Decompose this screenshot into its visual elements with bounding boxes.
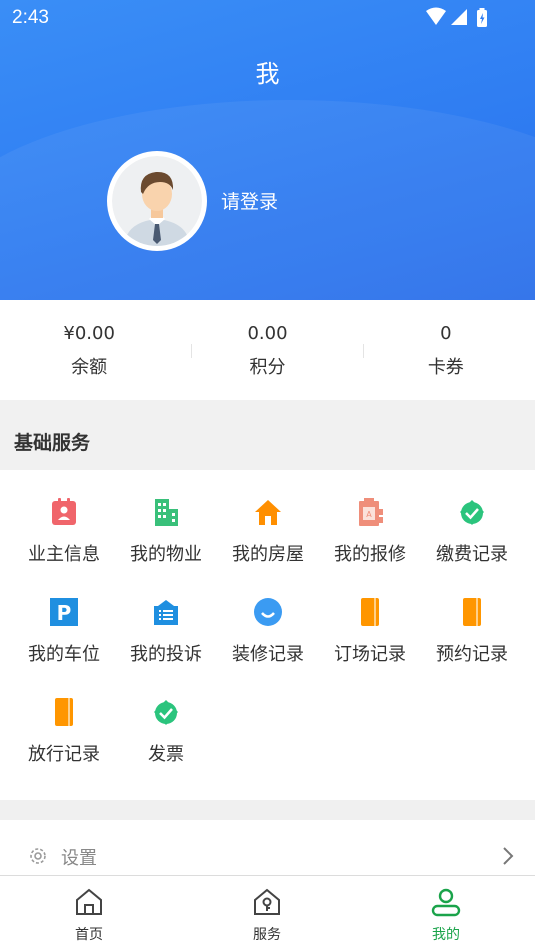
stat-points[interactable]: 0.00 积分 <box>178 300 356 400</box>
invoice-icon <box>152 697 180 727</box>
service-venue-records[interactable]: 订场记录 <box>319 570 421 670</box>
profile-header: 2:43 我 请登录 <box>0 0 535 300</box>
tab-label: 服务 <box>253 927 281 943</box>
stat-coupons-value: 0 <box>440 323 452 344</box>
section-title: 基础服务 <box>14 432 91 454</box>
tab-label: 我的 <box>432 927 460 943</box>
service-my-house[interactable]: 我的房屋 <box>217 470 319 570</box>
payment-icon <box>458 497 486 527</box>
tab-label: 首页 <box>75 927 103 943</box>
service-label: 业主信息 <box>28 544 100 565</box>
battery-icon <box>477 8 487 27</box>
service-owner-info[interactable]: 业主信息 <box>13 470 115 570</box>
service-my-parking[interactable]: P 我的车位 <box>13 570 115 670</box>
stat-points-value: 0.00 <box>247 323 288 344</box>
service-label: 我的车位 <box>28 644 100 665</box>
stat-balance-label: 余额 <box>71 357 108 378</box>
stats-bar: ¥0.00 余额 0.00 积分 0 卡券 <box>0 300 535 400</box>
owner-info-icon <box>50 497 78 527</box>
service-decoration-records[interactable]: 装修记录 <box>217 570 319 670</box>
service-label: 预约记录 <box>436 644 508 665</box>
service-label: 缴费记录 <box>436 544 508 565</box>
svg-text:A: A <box>366 510 372 519</box>
chat-bubble-icon <box>254 597 282 627</box>
home-icon <box>73 886 105 918</box>
service-icon <box>251 886 283 918</box>
tab-mine[interactable]: 我的 <box>386 876 506 951</box>
profile-icon <box>430 886 462 918</box>
settings-row[interactable]: 设置 <box>0 820 535 876</box>
avatar[interactable] <box>107 151 207 251</box>
signal-icon <box>451 9 467 25</box>
service-label: 装修记录 <box>232 644 304 665</box>
service-appointment-records[interactable]: 预约记录 <box>421 570 523 670</box>
stat-balance-value: ¥0.00 <box>63 323 115 344</box>
parking-icon: P <box>50 597 78 627</box>
notebook-icon <box>356 597 384 627</box>
service-label: 我的报修 <box>334 544 406 565</box>
service-label: 我的投诉 <box>130 644 202 665</box>
user-avatar-icon <box>112 156 202 246</box>
service-label: 我的物业 <box>130 544 202 565</box>
complaint-icon <box>152 597 180 627</box>
notebook-icon <box>50 697 78 727</box>
settings-label: 设置 <box>61 848 97 869</box>
wifi-icon <box>426 7 446 25</box>
status-time: 2:43 <box>12 7 49 28</box>
service-my-complaint[interactable]: 我的投诉 <box>115 570 217 670</box>
repair-icon: A <box>356 497 384 527</box>
stat-coupons[interactable]: 0 卡券 <box>357 300 535 400</box>
svg-text:P: P <box>57 601 72 625</box>
service-label: 放行记录 <box>28 744 100 765</box>
basic-services-header: 基础服务 <box>0 400 535 470</box>
service-my-property[interactable]: 我的物业 <box>115 470 217 570</box>
service-my-repair[interactable]: A 我的报修 <box>319 470 421 570</box>
bottom-tab-bar: 首页 服务 我的 <box>0 876 535 951</box>
stat-coupons-label: 卡券 <box>427 357 464 378</box>
service-label: 我的房屋 <box>232 544 304 565</box>
building-icon <box>152 497 180 527</box>
status-icons <box>425 7 495 29</box>
gear-icon <box>27 845 49 867</box>
stat-balance[interactable]: ¥0.00 余额 <box>0 300 178 400</box>
page-title: 我 <box>255 60 280 88</box>
service-invoice[interactable]: 发票 <box>115 670 217 770</box>
login-link[interactable]: 请登录 <box>221 187 278 214</box>
notebook-icon <box>458 597 486 627</box>
status-bar: 2:43 <box>0 0 535 36</box>
stat-points-label: 积分 <box>249 357 286 378</box>
house-icon <box>254 497 282 527</box>
chevron-right-icon <box>501 845 515 867</box>
service-release-records[interactable]: 放行记录 <box>13 670 115 770</box>
service-label: 发票 <box>148 744 184 765</box>
service-payment-records[interactable]: 缴费记录 <box>421 470 523 570</box>
service-label: 订场记录 <box>334 644 406 665</box>
tab-service[interactable]: 服务 <box>207 876 327 951</box>
basic-services-grid: 业主信息 我的物业 我的房屋 A 我的报修 缴费记录 P 我的车位 我的投诉 装… <box>0 470 535 800</box>
tab-home[interactable]: 首页 <box>29 876 149 951</box>
